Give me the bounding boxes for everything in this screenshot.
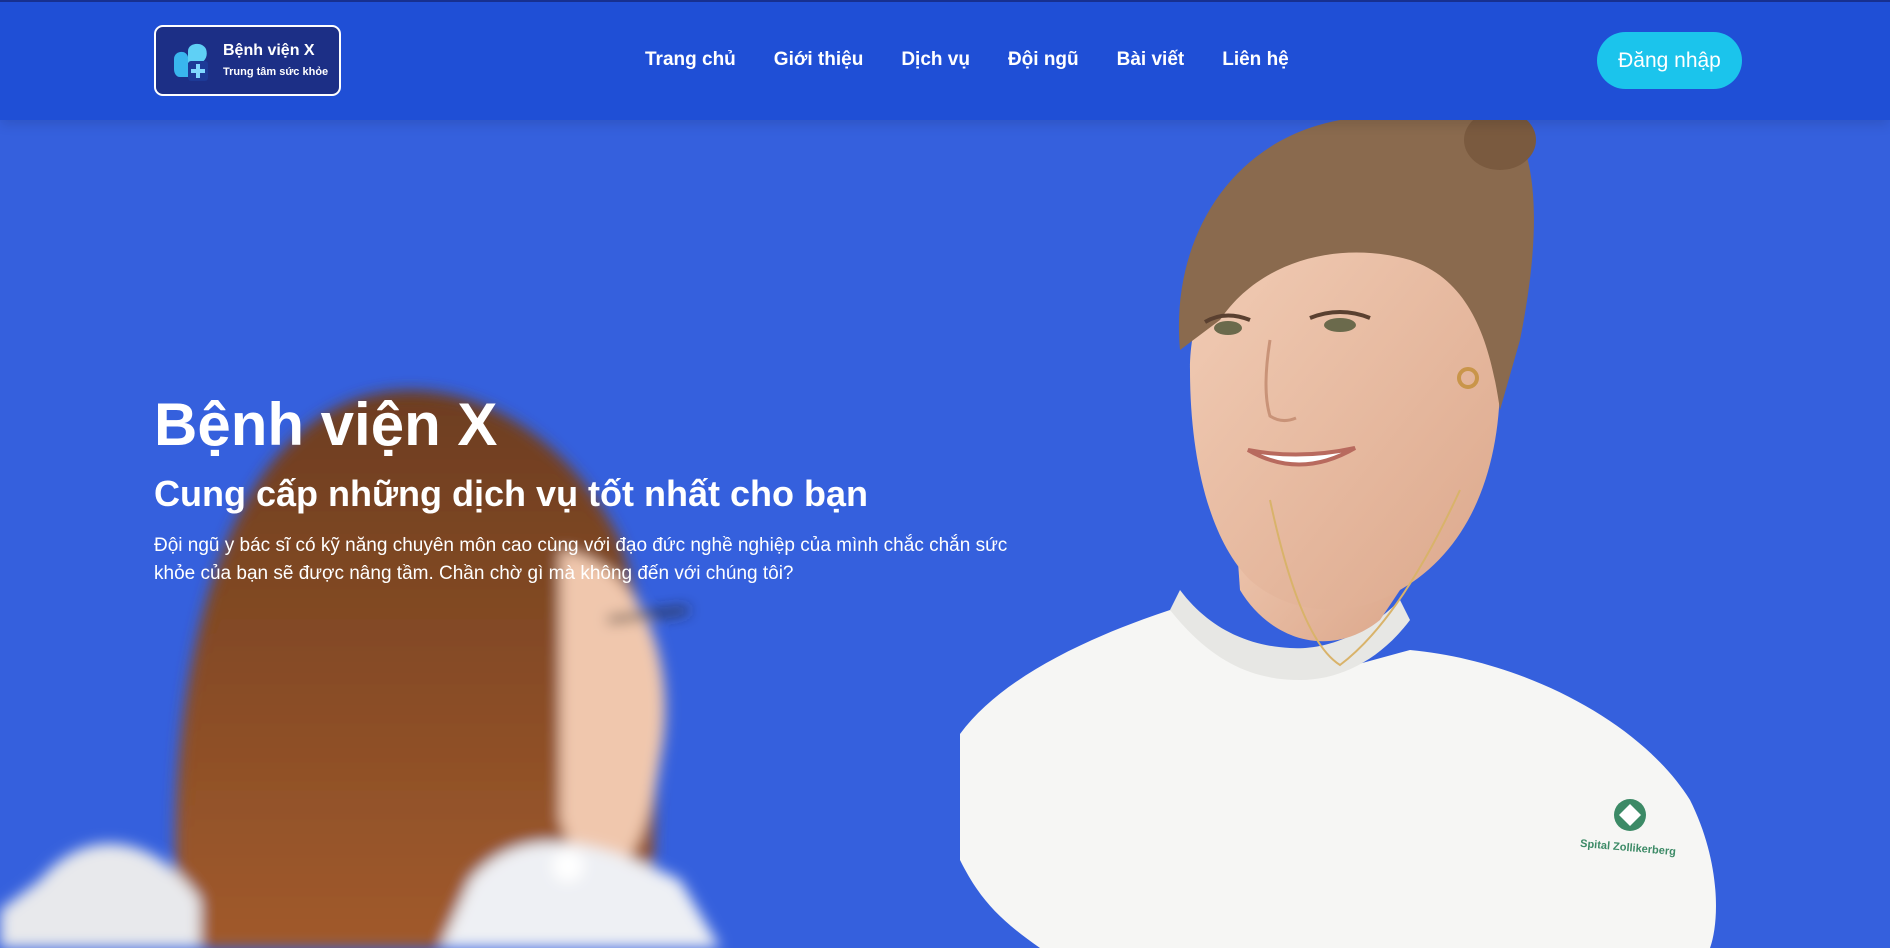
nav-item-home[interactable]: Trang chủ <box>645 47 736 73</box>
hero-title: Bệnh viện X <box>154 391 498 458</box>
login-button[interactable]: Đăng nhập <box>1597 32 1742 89</box>
hero-subtitle: Cung cấp những dịch vụ tốt nhất cho bạn <box>154 473 869 514</box>
navbar: Bệnh viện X Trung tâm sức khỏe Trang chủ… <box>0 0 1890 120</box>
nav-item-team[interactable]: Đội ngũ <box>1008 47 1079 73</box>
nav-item-services[interactable]: Dịch vụ <box>901 47 970 73</box>
uniform-logo-icon <box>1614 799 1646 831</box>
brand-tagline: Trung tâm sức khỏe <box>223 66 329 78</box>
medical-heart-icon <box>166 37 214 85</box>
main-nav: Trang chủ Giới thiệu Dịch vụ Đội ngũ Bài… <box>645 47 1289 73</box>
hero-content: Bệnh viện X Cung cấp những dịch vụ tốt n… <box>154 390 1034 588</box>
hero-section: Spital Zollikerberg Bệnh viện X Cung cấp… <box>0 120 1890 948</box>
brand-logo[interactable]: Bệnh viện X Trung tâm sức khỏe <box>154 25 341 96</box>
nav-item-contact[interactable]: Liên hệ <box>1222 47 1289 73</box>
brand-name: Bệnh viện X <box>223 42 315 59</box>
nav-item-articles[interactable]: Bài viết <box>1117 47 1185 73</box>
nav-item-about[interactable]: Giới thiệu <box>774 47 864 73</box>
hero-description: Đội ngũ y bác sĩ có kỹ năng chuyên môn c… <box>154 535 1008 584</box>
